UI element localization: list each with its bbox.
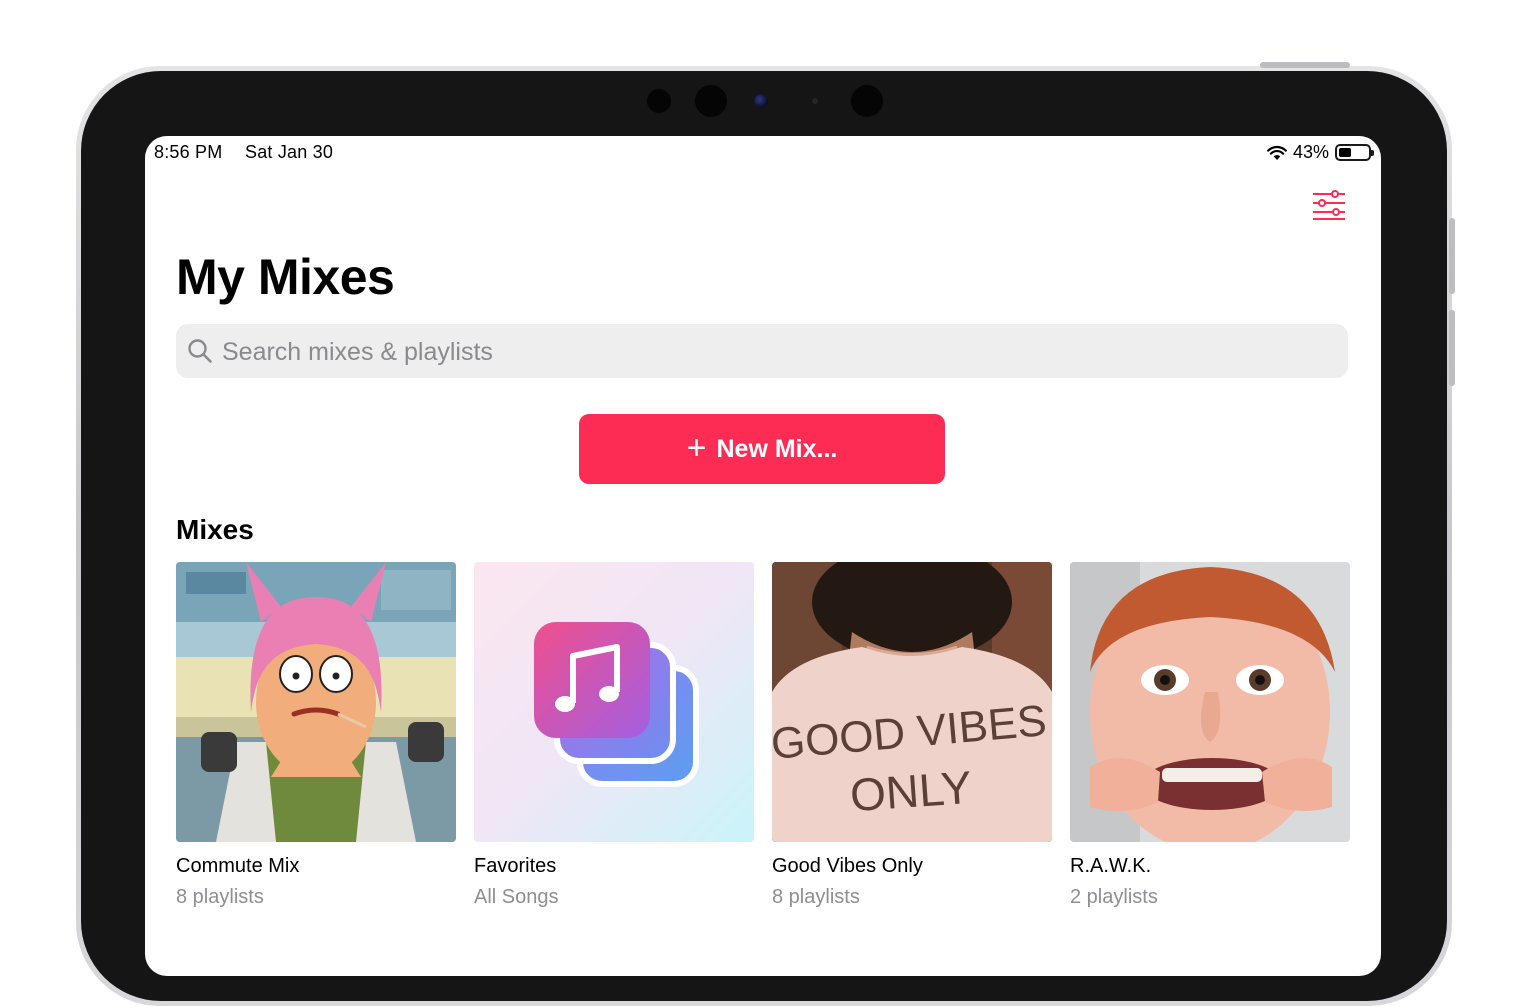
sensor-dot [851, 85, 883, 117]
mix-name: Commute Mix [176, 855, 300, 877]
status-date: Sat Jan 30 [245, 142, 334, 162]
mix-name: Favorites [474, 855, 557, 877]
shirt-text-line2: ONLY [848, 761, 973, 821]
mix-card-good-vibes-only[interactable]: GOOD VIBES ONLY Good Vibes Only 8 playli… [772, 562, 1052, 909]
mix-artwork[interactable] [1070, 562, 1350, 842]
mix-subtitle: 8 playlists [772, 886, 860, 908]
mix-artwork[interactable]: GOOD VIBES ONLY [772, 562, 1052, 842]
mix-subtitle: All Songs [474, 886, 559, 908]
mix-subtitle: 8 playlists [176, 886, 264, 908]
mix-card-favorites[interactable]: Favorites All Songs [474, 562, 754, 909]
search-input[interactable] [220, 324, 1324, 380]
volume-up-button [1449, 218, 1455, 294]
mix-name: R.A.W.K. [1070, 855, 1152, 877]
status-right: 43% [1267, 142, 1374, 163]
sensor-dot [695, 85, 727, 117]
battery-fill [1339, 148, 1352, 157]
mix-subtitle: 2 playlists [1070, 886, 1158, 908]
page-title: My Mixes [176, 249, 395, 305]
battery-nub [1371, 150, 1374, 156]
search-icon [187, 338, 213, 369]
new-mix-button[interactable]: + New Mix... [579, 414, 945, 484]
mixes-heading: Mixes [176, 514, 254, 545]
front-camera [754, 94, 768, 108]
wifi-icon [1267, 145, 1287, 161]
battery-icon [1335, 144, 1374, 161]
new-mix-label: New Mix... [716, 434, 838, 463]
sliders-icon[interactable] [1311, 190, 1347, 222]
volume-down-button [1449, 310, 1455, 386]
mix-artwork[interactable] [474, 562, 754, 842]
sensor-dot [647, 89, 671, 113]
power-button [1260, 62, 1350, 68]
status-time: 8:56 PM [154, 142, 223, 162]
mixes-grid: Commute Mix 8 playlists Favorites All So… [176, 562, 1350, 912]
mix-card-commute-mix[interactable]: Commute Mix 8 playlists [176, 562, 456, 909]
mix-card-rawk[interactable]: R.A.W.K. 2 playlists [1070, 562, 1350, 909]
mix-artwork[interactable] [176, 562, 456, 842]
sensor-dot [812, 98, 818, 104]
search-bar[interactable] [176, 324, 1348, 380]
mix-name: Good Vibes Only [772, 855, 923, 877]
battery-percent: 43% [1292, 142, 1329, 162]
app-screen: 8:56 PM Sat Jan 30 43% My Mixes Search m… [145, 136, 1381, 976]
plus-icon: + [686, 428, 707, 467]
